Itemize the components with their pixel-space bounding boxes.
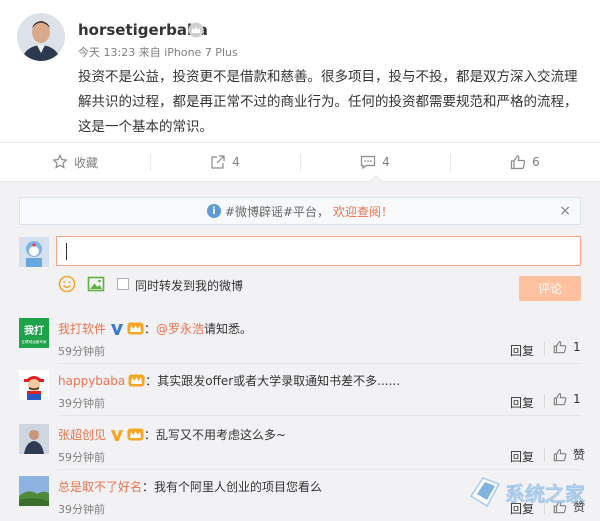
commenter-name[interactable]: 张超创见 xyxy=(58,426,106,443)
favorite-label: 收藏 xyxy=(73,155,98,170)
rumor-notice-banner: i #微博辟谣#平台， 欢迎查阅！ × xyxy=(19,197,581,225)
commenter-avatar[interactable] xyxy=(19,476,49,506)
comment-line: 总是取不了好名 ：我有个阿里人创业的项目您看么 xyxy=(58,478,322,495)
comment-count: 4 xyxy=(382,155,390,169)
verified-badge-icon[interactable] xyxy=(110,322,124,336)
reply-button[interactable]: 回复 xyxy=(510,342,534,359)
thumbs-up-icon xyxy=(553,392,567,406)
post-content: 投资不是公益，投资更不是借款和慈善。很多项目，投与不投，都是双方深入交流理解共识… xyxy=(78,69,578,135)
comment-text: 请知悉。 xyxy=(204,322,253,336)
comment-input[interactable] xyxy=(56,236,581,266)
commenter-name[interactable]: happybaba xyxy=(58,374,125,388)
member-crown-icon[interactable] xyxy=(188,22,204,38)
like-button[interactable]: 6 xyxy=(450,143,600,181)
forward-checkbox-label[interactable]: 同时转发到我的微博 xyxy=(135,277,243,294)
comment-item: happybaba ：其实跟发offer或者大学录取通知书差不多...... 3… xyxy=(0,370,600,430)
star-icon xyxy=(52,154,68,169)
watermark-text: 系统之家 xyxy=(505,482,586,506)
comment-like-button[interactable]: 赞 xyxy=(553,446,585,463)
commenter-avatar[interactable] xyxy=(19,370,49,400)
comment-like-button[interactable]: 1 xyxy=(553,392,581,406)
commenter-name[interactable]: 我打软件 xyxy=(58,320,106,337)
post-action-bar: 收藏 4 4 6 xyxy=(0,142,600,182)
member-badge-icon[interactable] xyxy=(127,428,144,441)
mention-link[interactable]: @罗永浩 xyxy=(156,320,204,337)
current-user-avatar xyxy=(19,237,49,267)
notice-text[interactable]: #微博辟谣#平台， xyxy=(225,203,329,220)
author-avatar[interactable] xyxy=(17,13,65,61)
reply-separator xyxy=(544,394,545,408)
text-caret xyxy=(66,243,67,260)
reply-separator xyxy=(544,342,545,356)
comment-time: 39分钟前 xyxy=(58,503,105,516)
commenter-name[interactable]: 总是取不了好名 xyxy=(58,478,142,495)
post-meta: 今天 13:23 来自 iPhone 7 Plus xyxy=(78,46,238,59)
comment-like-count: 1 xyxy=(573,340,581,354)
comment-item: 我打 互联网运营专家 我打软件 ： @罗永浩 请知悉。 59分钟前 回复 1 xyxy=(0,318,600,378)
thumbs-up-icon xyxy=(511,155,526,170)
member-badge-icon[interactable] xyxy=(127,322,144,335)
comment-like-count: 赞 xyxy=(573,448,586,462)
image-icon[interactable] xyxy=(87,275,105,293)
comment-line: 我打软件 ： @罗永浩 请知悉。 xyxy=(58,320,252,337)
member-badge-icon[interactable] xyxy=(128,374,145,387)
reply-separator xyxy=(544,448,545,462)
site-watermark-logo: 系统之家 xyxy=(469,477,586,508)
comment-panel-pointer-inner xyxy=(370,176,382,182)
comment-divider xyxy=(58,363,581,364)
weibo-post: horsetigerbaba 今天 13:23 来自 iPhone 7 Plus… xyxy=(0,0,600,142)
comment-divider xyxy=(58,415,581,416)
thumbs-up-icon xyxy=(553,448,567,461)
reply-button[interactable]: 回复 xyxy=(510,394,534,411)
comment-line: happybaba ：其实跟发offer或者大学录取通知书差不多...... xyxy=(58,372,400,389)
forward-icon xyxy=(211,155,225,169)
reply-button[interactable]: 回复 xyxy=(510,448,534,465)
avatar-logo-subtext: 互联网运营专家 xyxy=(21,339,47,344)
comment-time: 59分钟前 xyxy=(58,451,105,464)
commenter-avatar[interactable] xyxy=(19,424,49,454)
notice-link[interactable]: 欢迎查阅！ xyxy=(333,203,393,220)
comment-text: ：其实跟发offer或者大学录取通知书差不多...... xyxy=(145,374,401,388)
comment-separator-colon: ： xyxy=(144,322,157,336)
comment-line: 张超创见 ：乱写又不用考虑这么多~ xyxy=(58,426,286,443)
comment-like-count: 1 xyxy=(573,392,581,406)
verified-badge-icon[interactable] xyxy=(110,428,124,442)
comment-text: ：乱写又不用考虑这么多~ xyxy=(144,428,287,442)
comment-time: 39分钟前 xyxy=(58,397,105,410)
forward-button[interactable]: 4 xyxy=(150,143,300,181)
commenter-avatar[interactable]: 我打 互联网运营专家 xyxy=(19,318,49,348)
emoji-icon[interactable] xyxy=(58,275,76,293)
comment-text: ：我有个阿里人创业的项目您看么 xyxy=(142,480,323,494)
like-count: 6 xyxy=(532,155,540,169)
forward-checkbox[interactable] xyxy=(117,278,129,290)
comment-like-button[interactable]: 1 xyxy=(553,340,581,354)
comment-time: 59分钟前 xyxy=(58,345,105,358)
avatar-logo-text: 我打 xyxy=(24,324,44,337)
submit-comment-button[interactable]: 评论 xyxy=(519,276,581,301)
comment-icon xyxy=(361,155,376,170)
info-icon: i xyxy=(206,204,221,218)
close-icon[interactable]: × xyxy=(559,203,571,219)
thumbs-up-icon xyxy=(553,340,567,354)
forward-count: 4 xyxy=(232,155,240,169)
favorite-button[interactable]: 收藏 xyxy=(0,143,150,181)
